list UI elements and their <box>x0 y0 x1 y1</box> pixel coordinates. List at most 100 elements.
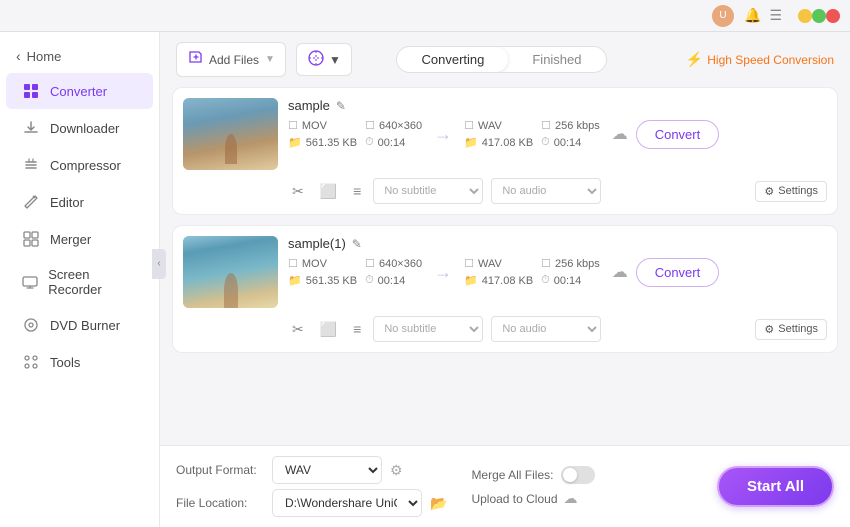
clock-icon-2: ⏱ <box>365 274 374 287</box>
file-info-2: sample(1) ✎ ☐ MOV 📁 561.35 KB <box>288 236 827 287</box>
file-meta-1: ☐ MOV 📁 561.35 KB ☐ 640×360 <box>288 119 827 149</box>
file-card-bottom-1: ✂ ⬜ ≡ No subtitle No audio ⚙ Settings <box>183 178 827 204</box>
sidebar-collapse-btn[interactable]: ‹ <box>152 249 166 279</box>
convert-button-2[interactable]: Convert <box>636 258 720 287</box>
output-format-select[interactable]: WAV <box>272 456 382 484</box>
crop-icon-1[interactable]: ⬜ <box>316 181 341 202</box>
input-size-text-1: 561.35 KB <box>306 137 357 149</box>
output-meta-1: ☐ WAV 📁 417.08 KB <box>464 119 533 149</box>
cut-icon-1[interactable]: ✂ <box>288 181 308 202</box>
file-list: sample ✎ ☐ MOV 📁 561.35 KB <box>160 87 850 445</box>
merge-toggle[interactable] <box>561 466 595 484</box>
crop-icon-2[interactable]: ⬜ <box>316 319 341 340</box>
sidebar-back-label: Home <box>27 49 62 64</box>
edit-icon-1[interactable]: ✎ <box>336 99 346 113</box>
sidebar-item-converter[interactable]: Converter <box>6 73 153 109</box>
output-duration-2: ⏱ 00:14 <box>541 274 600 287</box>
output-folder-icon-2: 📁 <box>464 274 478 287</box>
browse-folder-icon[interactable]: 📂 <box>430 495 447 512</box>
file-thumbnail-1 <box>183 98 278 170</box>
sidebar-item-merger[interactable]: Merger <box>6 221 153 257</box>
user-avatar: U <box>712 5 734 27</box>
format-settings-icon[interactable]: ⚙ <box>390 462 403 479</box>
file-location-select[interactable]: D:\Wondershare UniConverter 1 <box>272 489 422 517</box>
output-size-2: 📁 417.08 KB <box>464 274 533 287</box>
settings-label-2: Settings <box>778 323 818 335</box>
add-files-dropdown-icon: ▼ <box>265 54 275 65</box>
screen-recorder-icon <box>22 273 38 291</box>
output-format-label: Output Format: <box>176 463 264 477</box>
folder-icon-2: 📁 <box>288 274 302 287</box>
format-icon-1: ☐ <box>288 119 298 132</box>
output-format-1: ☐ WAV <box>464 119 533 132</box>
cut-icon-2[interactable]: ✂ <box>288 319 308 340</box>
maximize-btn[interactable] <box>812 9 826 23</box>
file-location-label: File Location: <box>176 496 264 510</box>
input-duration-2: ⏱ 00:14 <box>365 274 422 287</box>
output-duration-text-1: 00:14 <box>554 137 582 149</box>
audio-select-1[interactable]: No audio <box>491 178 601 204</box>
file-thumbnail-2 <box>183 236 278 308</box>
merge-upload-controls: Merge All Files: Upload to Cloud ☁ <box>471 466 595 507</box>
sidebar-item-label: Editor <box>50 195 84 210</box>
minimize-btn[interactable] <box>798 9 812 23</box>
input-size-text-2: 561.35 KB <box>306 275 357 287</box>
toolbar: Add Files ▼ ▼ Converting Finished ⚡ High… <box>160 32 850 87</box>
sidebar-item-compressor[interactable]: Compressor <box>6 147 153 183</box>
thumbnail-image-2 <box>183 236 278 308</box>
bitrate-icon-1: ☐ <box>541 119 551 132</box>
output-bitrate-text-1: 256 kbps <box>555 120 600 132</box>
tab-converting[interactable]: Converting <box>397 47 508 72</box>
bitrate-icon-2: ☐ <box>541 257 551 270</box>
output-meta-3: ☐ WAV 📁 417.08 KB <box>464 257 533 287</box>
effects-icon-1[interactable]: ≡ <box>349 181 365 201</box>
file-meta-2: ☐ MOV 📁 561.35 KB ☐ 640×360 <box>288 257 827 287</box>
menu-icon[interactable]: ☰ <box>769 7 782 24</box>
bottom-left-controls: Output Format: WAV ⚙ File Location: D:\W… <box>176 456 447 517</box>
file-card-1: sample ✎ ☐ MOV 📁 561.35 KB <box>172 87 838 215</box>
sidebar-item-label: DVD Burner <box>50 318 120 333</box>
file-card-bottom-2: ✂ ⬜ ≡ No subtitle No audio ⚙ Settings <box>183 316 827 342</box>
arrow-icon-1: → <box>434 124 452 145</box>
file-name-row-2: sample(1) ✎ <box>288 236 827 251</box>
tab-finished[interactable]: Finished <box>508 47 605 72</box>
notification-icon[interactable]: 🔔 <box>744 7 761 24</box>
input-meta-4: ☐ 640×360 ⏱ 00:14 <box>365 257 422 287</box>
sidebar-back[interactable]: ‹ Home <box>0 40 159 72</box>
output-clock-icon-1: ⏱ <box>541 136 550 149</box>
add-url-button[interactable]: ▼ <box>296 43 352 76</box>
tools-icon <box>22 353 40 371</box>
file-card-top-2: sample(1) ✎ ☐ MOV 📁 561.35 KB <box>183 236 827 308</box>
output-size-1: 📁 417.08 KB <box>464 136 533 149</box>
output-format-text-2: WAV <box>478 258 502 270</box>
input-resolution-text-1: 640×360 <box>379 120 422 132</box>
high-speed-badge: ⚡ High Speed Conversion <box>686 51 834 68</box>
input-meta-3: ☐ MOV 📁 561.35 KB <box>288 257 357 287</box>
cloud-icon-2: ☁ <box>612 264 628 281</box>
sidebar-item-downloader[interactable]: Downloader <box>6 110 153 146</box>
edit-icon-2[interactable]: ✎ <box>352 237 362 251</box>
settings-button-2[interactable]: ⚙ Settings <box>755 319 827 340</box>
output-clock-icon-2: ⏱ <box>541 274 550 287</box>
effects-icon-2[interactable]: ≡ <box>349 319 365 339</box>
sidebar-item-screen-recorder[interactable]: Screen Recorder <box>6 258 153 306</box>
output-meta-2: ☐ 256 kbps ⏱ 00:14 <box>541 119 600 149</box>
file-card-2: sample(1) ✎ ☐ MOV 📁 561.35 KB <box>172 225 838 353</box>
input-duration-text-1: 00:14 <box>378 137 406 149</box>
settings-button-1[interactable]: ⚙ Settings <box>755 181 827 202</box>
sidebar-item-dvd-burner[interactable]: DVD Burner <box>6 307 153 343</box>
sidebar-item-label: Compressor <box>50 158 121 173</box>
sidebar: ‹ Home Converter Downloader <box>0 0 160 527</box>
start-all-button[interactable]: Start All <box>717 466 834 507</box>
sidebar-item-label: Converter <box>50 84 107 99</box>
input-duration-text-2: 00:14 <box>378 275 406 287</box>
subtitle-select-1[interactable]: No subtitle <box>373 178 483 204</box>
sidebar-item-editor[interactable]: Editor <box>6 184 153 220</box>
add-files-button[interactable]: Add Files ▼ <box>176 42 286 77</box>
convert-button-1[interactable]: Convert <box>636 120 720 149</box>
upload-cloud-icon[interactable]: ☁ <box>564 490 578 507</box>
subtitle-select-2[interactable]: No subtitle <box>373 316 483 342</box>
sidebar-item-tools[interactable]: Tools <box>6 344 153 380</box>
audio-select-2[interactable]: No audio <box>491 316 601 342</box>
close-btn[interactable] <box>826 9 840 23</box>
